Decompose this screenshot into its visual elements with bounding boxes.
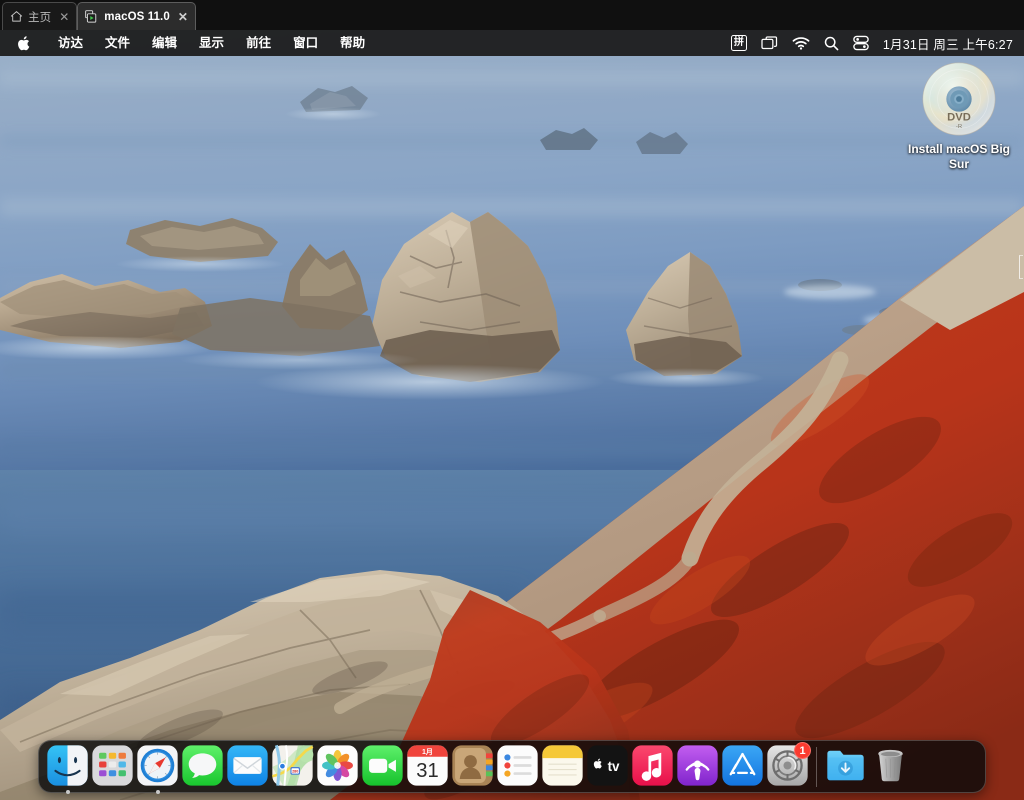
dock-item-launchpad[interactable] bbox=[90, 744, 135, 789]
running-indicator bbox=[65, 790, 70, 794]
dock-item-messages[interactable] bbox=[180, 744, 225, 789]
spotlight-search-icon[interactable] bbox=[824, 36, 839, 51]
dock-item-appstore[interactable] bbox=[720, 744, 765, 789]
dvd-disc-icon: DVD -R bbox=[922, 62, 996, 136]
dock-item-contacts[interactable] bbox=[450, 744, 495, 789]
menu-bar-left: 访达 文件 编辑 显示 前往 窗口 帮助 bbox=[0, 30, 376, 56]
text-cursor-artifact bbox=[1019, 255, 1023, 279]
dock-item-appletv[interactable]: tv bbox=[585, 744, 630, 789]
photos-pinwheel-icon bbox=[317, 745, 358, 786]
dock-item-safari[interactable] bbox=[135, 744, 180, 794]
desktop-icon-install-macos-big-sur[interactable]: DVD -R Install macOS Big Sur bbox=[898, 60, 1020, 172]
menu-bar[interactable]: 访达 文件 编辑 显示 前往 窗口 帮助 拼 1月31日 周三 上午6:27 bbox=[0, 30, 1024, 56]
menu-item-help[interactable]: 帮助 bbox=[329, 30, 376, 56]
vm-tab-bar: 主页 ✕ macOS 11.0 ✕ bbox=[0, 0, 1024, 30]
apple-logo-icon[interactable] bbox=[16, 35, 31, 52]
wifi-icon[interactable] bbox=[792, 36, 810, 50]
dock-item-notes[interactable] bbox=[540, 744, 585, 789]
desktop-icon-label: Install macOS Big Sur bbox=[907, 142, 1011, 171]
podcasts-icon bbox=[677, 745, 718, 786]
tab-home[interactable]: 主页 ✕ bbox=[2, 2, 78, 30]
dock-item-trash[interactable] bbox=[868, 744, 913, 789]
appstore-icon bbox=[722, 745, 763, 786]
tab-home-close-icon[interactable]: ✕ bbox=[59, 11, 69, 23]
control-center-icon[interactable] bbox=[853, 35, 869, 51]
system-preferences-badge: 1 bbox=[794, 742, 811, 759]
reminders-icon bbox=[497, 745, 538, 786]
dock-item-mail[interactable] bbox=[225, 744, 270, 789]
mail-envelope-icon bbox=[227, 745, 268, 786]
dock-item-calendar[interactable]: 1月 31 bbox=[405, 744, 450, 789]
vm-icon bbox=[85, 10, 97, 23]
calendar-icon: 1月 31 bbox=[407, 745, 448, 786]
dock-item-finder[interactable] bbox=[45, 744, 90, 794]
menu-item-window[interactable]: 窗口 bbox=[282, 30, 329, 56]
svg-text:DVD: DVD bbox=[947, 111, 971, 123]
menu-item-file[interactable]: 文件 bbox=[94, 30, 141, 56]
screen-mirroring-icon[interactable] bbox=[761, 35, 778, 51]
tab-macos-11-close-icon[interactable]: ✕ bbox=[178, 11, 188, 23]
dock-item-podcasts[interactable] bbox=[675, 744, 720, 789]
svg-text:280: 280 bbox=[292, 770, 298, 774]
safari-compass-icon bbox=[137, 745, 178, 786]
wallpaper-big-sur bbox=[0, 30, 1024, 800]
running-indicator bbox=[155, 790, 160, 794]
svg-text:tv: tv bbox=[608, 759, 620, 774]
downloads-folder-icon bbox=[827, 750, 864, 781]
menu-item-finder[interactable]: 访达 bbox=[47, 30, 94, 56]
dock-item-maps[interactable]: 280 bbox=[270, 744, 315, 789]
menu-item-edit[interactable]: 编辑 bbox=[141, 30, 188, 56]
menu-bar-status-area: 拼 1月31日 周三 上午6:27 bbox=[730, 30, 1024, 56]
dock-item-facetime[interactable] bbox=[360, 744, 405, 789]
home-icon bbox=[10, 11, 23, 22]
maps-icon: 280 bbox=[272, 744, 314, 786]
trash-icon bbox=[878, 749, 903, 782]
tab-macos-11-label: macOS 11.0 bbox=[104, 10, 170, 23]
dock-item-reminders[interactable] bbox=[495, 744, 540, 789]
facetime-camera-icon bbox=[362, 745, 403, 786]
finder-icon bbox=[47, 745, 88, 786]
dock-item-downloads[interactable] bbox=[823, 744, 868, 789]
music-note-icon bbox=[632, 745, 673, 786]
menu-item-go[interactable]: 前往 bbox=[235, 30, 282, 56]
appletv-icon: tv bbox=[587, 745, 628, 786]
tab-home-label: 主页 bbox=[28, 11, 52, 24]
dock-item-music[interactable] bbox=[630, 744, 675, 789]
svg-text:-R: -R bbox=[956, 124, 962, 130]
input-method-icon[interactable]: 拼 bbox=[730, 35, 747, 51]
dock-separator bbox=[816, 746, 817, 787]
calendar-month-label: 1月 bbox=[422, 748, 433, 756]
desktop[interactable]: 访达 文件 编辑 显示 前往 窗口 帮助 拼 1月31日 周三 上午6:27 D… bbox=[0, 30, 1024, 800]
screen: 主页 ✕ macOS 11.0 ✕ 访达 文件 编辑 显示 前往 窗口 帮助 拼… bbox=[0, 0, 1024, 800]
tab-macos-11[interactable]: macOS 11.0 ✕ bbox=[77, 2, 196, 30]
dock[interactable]: 280 1月 31 tv 1 bbox=[38, 740, 986, 794]
notes-icon bbox=[542, 745, 583, 786]
dock-item-photos[interactable] bbox=[315, 744, 360, 789]
menu-item-view[interactable]: 显示 bbox=[188, 30, 235, 56]
contacts-icon bbox=[452, 745, 493, 786]
dock-item-system-preferences[interactable]: 1 bbox=[765, 742, 811, 789]
calendar-day-label: 31 bbox=[416, 760, 438, 782]
launchpad-icon bbox=[92, 745, 133, 786]
menu-bar-clock[interactable]: 1月31日 周三 上午6:27 bbox=[883, 34, 1013, 53]
messages-bubble-icon bbox=[182, 745, 223, 786]
